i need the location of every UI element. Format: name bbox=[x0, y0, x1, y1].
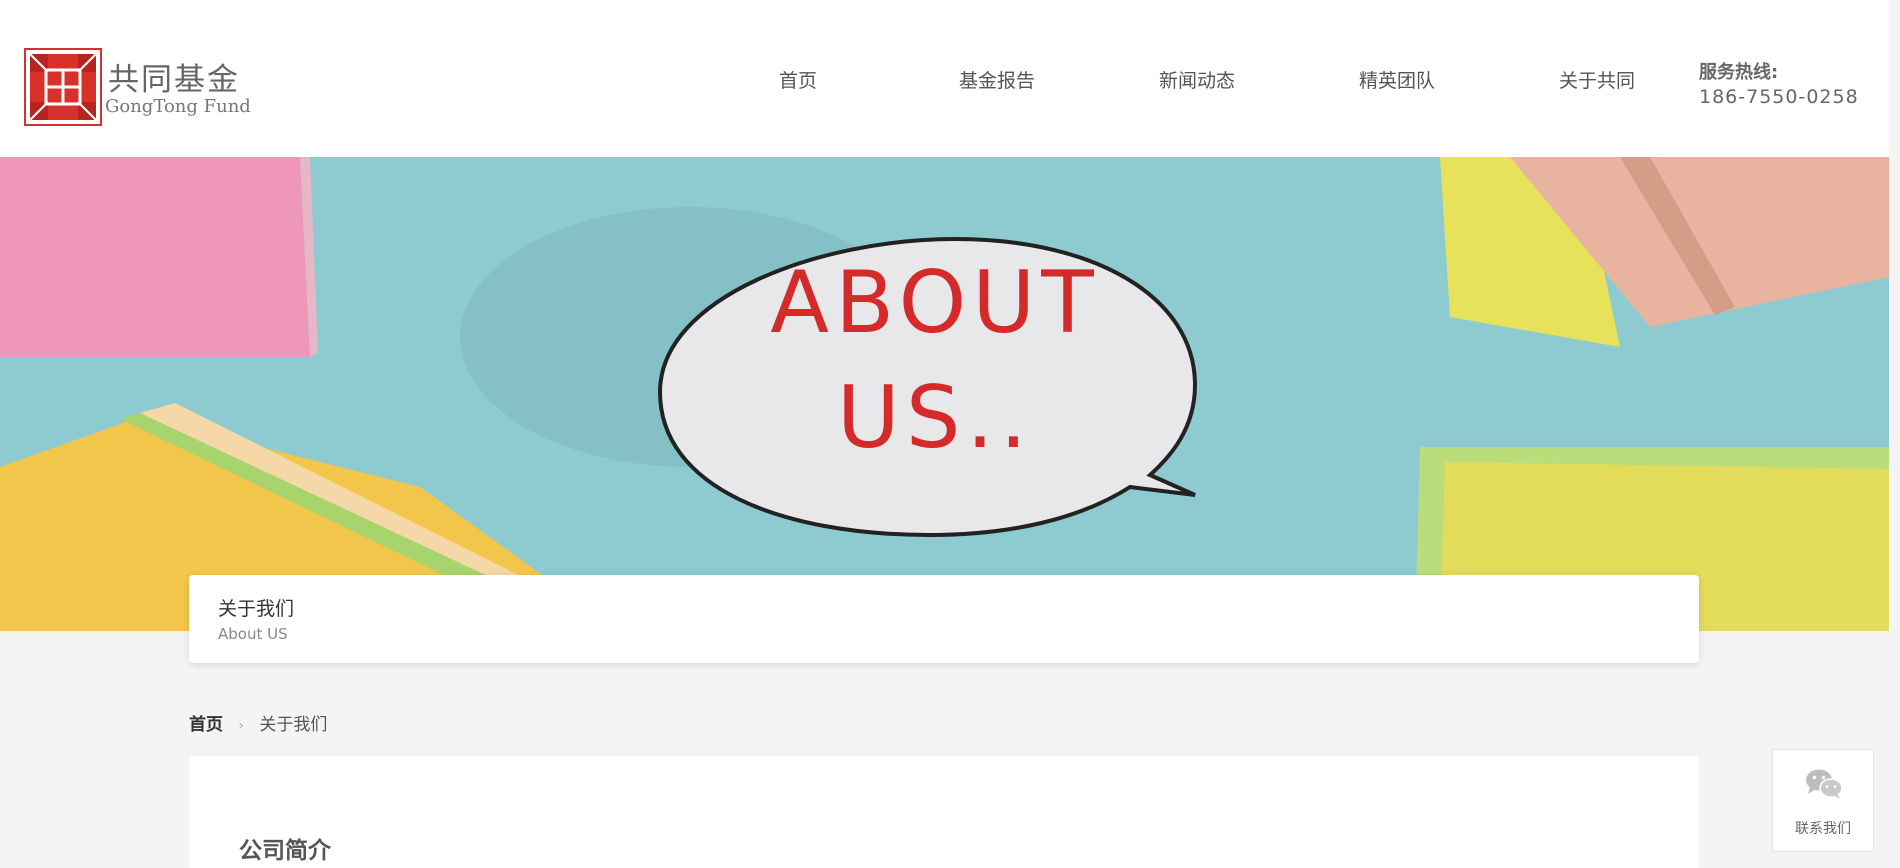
logo-text-cn: 共同基金 bbox=[108, 62, 240, 98]
about-banner: ABOUT US.. bbox=[0, 157, 1889, 631]
logo-mark-icon bbox=[24, 48, 102, 126]
logo-text-en: GongTong Fund bbox=[105, 96, 251, 117]
page-title: 关于我们 bbox=[218, 598, 295, 620]
page-subtitle: About US bbox=[218, 625, 288, 643]
breadcrumb-home[interactable]: 首页 bbox=[189, 715, 223, 735]
breadcrumb-current: 关于我们 bbox=[259, 715, 328, 735]
site-header: 共同基金 GongTong Fund 首页 基金报告 新闻动态 精英团队 关于共… bbox=[0, 0, 1889, 157]
nav-item-fund-reports[interactable]: 基金报告 bbox=[959, 66, 1035, 93]
nav-item-about[interactable]: 关于共同 bbox=[1559, 66, 1635, 93]
contact-us-button[interactable]: 联系我们 bbox=[1772, 749, 1874, 852]
hotline-number[interactable]: 186-7550-0258 bbox=[1699, 86, 1859, 108]
bubble-text-us: US.. bbox=[837, 368, 1033, 468]
service-hotline: 服务热线: 186-7550-0258 bbox=[1699, 58, 1859, 108]
nav-item-home[interactable]: 首页 bbox=[779, 66, 817, 93]
chevron-right-icon: › bbox=[238, 718, 245, 734]
contact-us-label: 联系我们 bbox=[1795, 821, 1851, 837]
nav-item-team[interactable]: 精英团队 bbox=[1359, 66, 1435, 93]
wechat-icon bbox=[1806, 769, 1843, 799]
content-panel: 公司简介 bbox=[189, 756, 1699, 868]
section-title: 公司简介 bbox=[239, 838, 331, 864]
hotline-label: 服务热线: bbox=[1699, 62, 1779, 83]
breadcrumb: 首页 › 关于我们 bbox=[189, 710, 327, 735]
main-nav: 首页 基金报告 新闻动态 精英团队 关于共同 bbox=[740, 66, 1640, 96]
nav-item-news[interactable]: 新闻动态 bbox=[1159, 66, 1235, 93]
banner-illustration: ABOUT US.. bbox=[0, 157, 1889, 631]
bubble-text-about: ABOUT bbox=[770, 253, 1100, 353]
page-title-card: 关于我们 About US bbox=[189, 575, 1699, 663]
